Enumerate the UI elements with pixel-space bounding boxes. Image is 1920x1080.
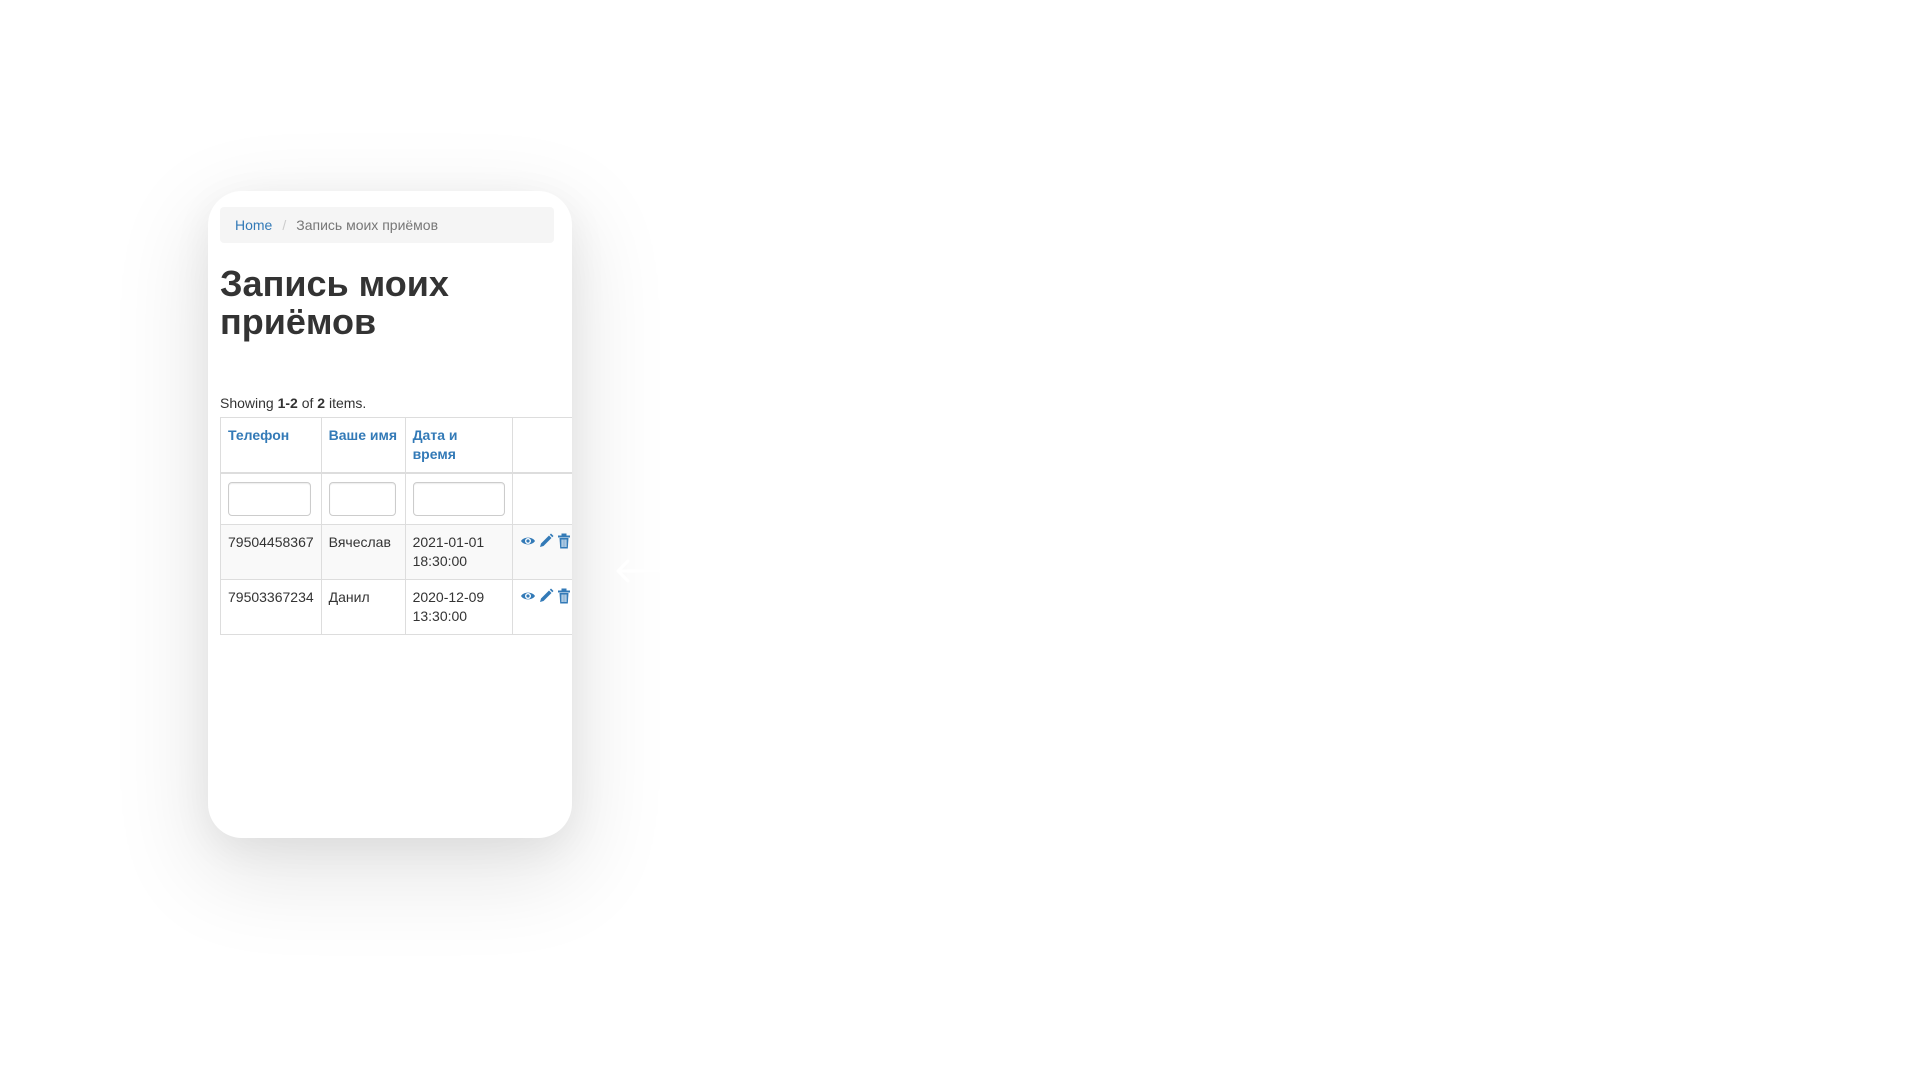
column-header-phone[interactable]: Телефон	[220, 417, 322, 474]
table-header-row: Телефон Ваше имя Дата и время	[220, 417, 572, 474]
summary-of: of	[297, 395, 318, 411]
eye-icon[interactable]	[520, 533, 536, 549]
breadcrumb-current: Запись моих приёмов	[296, 217, 439, 233]
trash-icon[interactable]	[556, 533, 572, 549]
grid-summary: Showing 1-2 of 2 items.	[220, 395, 572, 413]
cell-actions	[511, 524, 572, 580]
pencil-icon[interactable]	[538, 588, 554, 604]
filter-cell-phone	[220, 472, 322, 525]
cell-actions	[511, 579, 572, 635]
summary-range: 1-2	[277, 395, 298, 411]
filter-input-name[interactable]	[328, 482, 396, 516]
filter-cell-actions	[511, 472, 572, 525]
filter-row	[220, 472, 572, 525]
filter-input-phone[interactable]	[228, 482, 311, 516]
column-header-datetime[interactable]: Дата и время	[404, 417, 513, 474]
cell-phone: 79504458367	[220, 524, 322, 580]
cell-phone: 79503367234	[220, 579, 322, 635]
cell-datetime: 2020-12-09 13:30:00	[404, 579, 513, 635]
summary-suffix: items.	[325, 395, 367, 411]
trash-icon[interactable]	[556, 588, 572, 604]
filter-cell-name	[320, 472, 406, 525]
stage: Home / Запись моих приёмов Запись моих п…	[0, 0, 1920, 1080]
phone-screen: Home / Запись моих приёмов Запись моих п…	[220, 207, 572, 635]
appointments-table: Телефон Ваше имя Дата и время 7950445836…	[220, 417, 572, 635]
table-row: 79503367234 Данил 2020-12-09 13:30:00	[220, 579, 572, 635]
cell-name: Вячеслав	[320, 524, 406, 580]
breadcrumb: Home / Запись моих приёмов	[220, 207, 554, 243]
cell-datetime: 2021-01-01 18:30:00	[404, 524, 513, 580]
summary-total: 2	[317, 395, 326, 411]
filter-input-datetime[interactable]	[412, 482, 505, 516]
cell-name: Данил	[320, 579, 406, 635]
phone-frame: Home / Запись моих приёмов Запись моих п…	[208, 191, 572, 838]
breadcrumb-separator: /	[282, 217, 287, 233]
filter-cell-datetime	[404, 472, 513, 525]
page-title: Запись моих приёмов	[220, 263, 449, 342]
column-header-name[interactable]: Ваше имя	[320, 417, 406, 474]
column-header-actions	[511, 417, 572, 474]
breadcrumb-home-link[interactable]: Home	[235, 217, 272, 233]
eye-icon[interactable]	[520, 588, 536, 604]
arrow-left-icon	[616, 559, 672, 583]
pencil-icon[interactable]	[538, 533, 554, 549]
summary-prefix: Showing	[220, 395, 278, 411]
table-row: 79504458367 Вячеслав 2021-01-01 18:30:00	[220, 524, 572, 580]
